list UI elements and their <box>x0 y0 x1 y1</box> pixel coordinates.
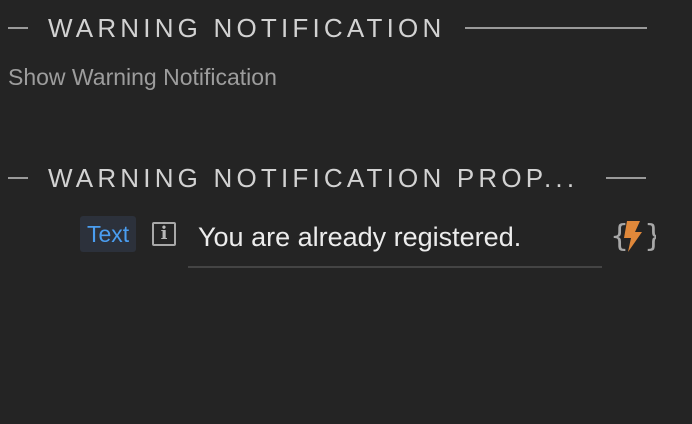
property-label: Text <box>80 216 137 252</box>
section-header-warning-notification-properties: WARNING NOTIFICATION PROP... <box>0 162 647 193</box>
warning-notification-panel: WARNING NOTIFICATION Show Warning Notifi… <box>0 0 692 424</box>
section-title: WARNING NOTIFICATION PROP... <box>48 162 579 193</box>
section-description: Show Warning Notification <box>8 64 277 90</box>
dynamic-value-bolt-icon[interactable]: { } <box>610 218 656 254</box>
info-icon[interactable]: i <box>152 222 176 246</box>
divider-line <box>8 177 28 179</box>
divider-line <box>606 177 647 179</box>
property-row-text: Text i You are already registered. { } <box>0 212 692 272</box>
svg-text:}: } <box>644 219 656 254</box>
text-value-field[interactable]: You are already registered. <box>188 214 602 268</box>
divider-line <box>465 27 648 29</box>
section-header-warning-notification: WARNING NOTIFICATION <box>0 12 648 43</box>
section-title: WARNING NOTIFICATION <box>48 12 446 43</box>
divider-line <box>8 27 28 29</box>
